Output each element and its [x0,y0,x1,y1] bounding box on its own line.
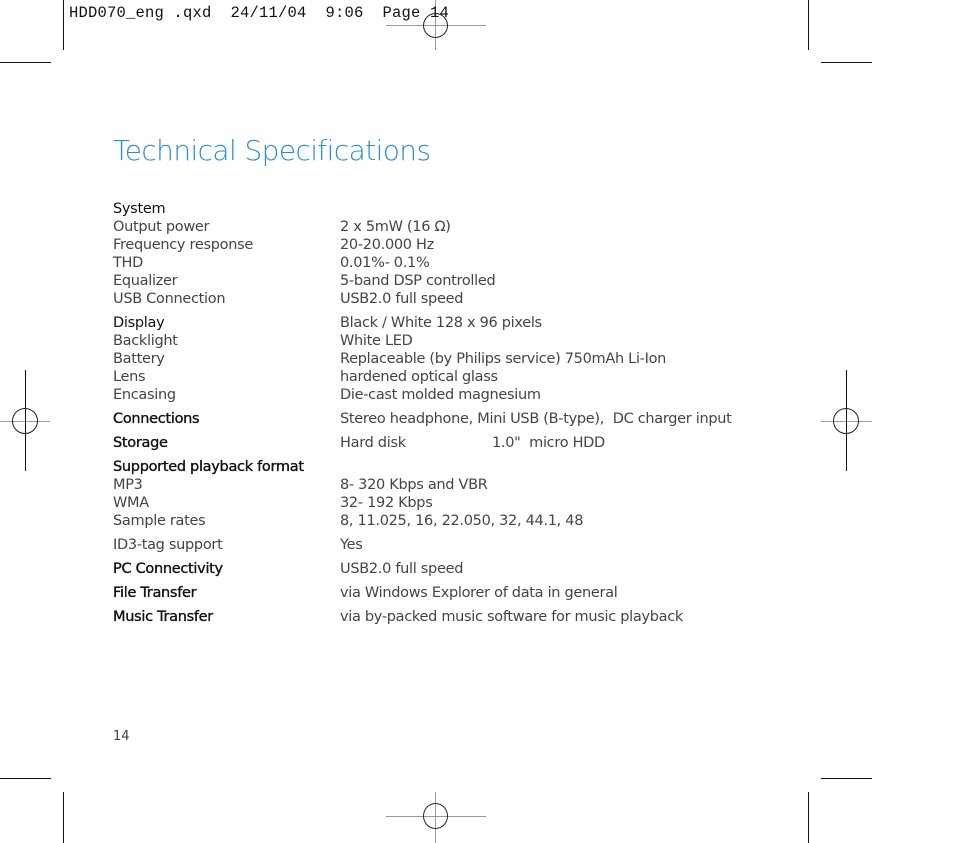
spec-section-heading: Supported playback format [113,458,813,476]
spec-label: Equalizer [113,273,178,289]
spec-value: 2 x 5mW (16 Ω) [340,219,451,235]
spec-value: Black / White 128 x 96 pixels [340,315,542,331]
section-heading-display: Display [113,315,165,331]
spec-row: Lens hardened optical glass [113,368,813,386]
section-heading-file-transfer: File Transfer [113,585,197,601]
spec-value: USB2.0 full speed [340,561,464,577]
spec-row: MP3 8- 320 Kbps and VBR [113,476,813,494]
spec-label: Battery [113,351,165,367]
spec-value: Stereo headphone, Mini USB (B-type), DC … [340,411,732,427]
spec-value: Replaceable (by Philips service) 750mAh … [340,351,667,367]
crop-mark [63,0,64,50]
spec-value: Die-cast molded magnesium [340,387,541,403]
crop-mark [0,778,51,779]
section-heading-pc-connectivity: PC Connectivity [113,561,223,577]
spec-row: Storage Hard disk 1.0" micro HDD [113,434,813,452]
spec-table: System Output power 2 x 5mW (16 Ω) Freque… [113,200,813,626]
section-heading-connections: Connections [113,411,200,427]
spec-label: Lens [113,369,146,385]
spec-row: Output power 2 x 5mW (16 Ω) [113,218,813,236]
crop-mark [808,792,809,843]
spec-row: Connections Stereo headphone, Mini USB (B… [113,410,813,428]
spec-value: 32- 192 Kbps [340,495,433,511]
spec-value: hardened optical glass [340,369,498,385]
spec-value: Yes [340,537,363,553]
spec-value: 5-band DSP controlled [340,273,496,289]
spec-value: 8, 11.025, 16, 22.050, 32, 44.1, 48 [340,513,584,529]
spec-row: File Transfer via Windows Explorer of dat… [113,584,813,602]
spec-row: Sample rates 8, 11.025, 16, 22.050, 32, 4… [113,512,813,530]
crop-mark [0,62,51,63]
spec-value: via by-packed music software for music p… [340,609,683,625]
crop-mark [63,792,64,843]
spec-label: Sample rates [113,513,206,529]
slug-line: HDD070_eng .qxd 24/11/04 9:06 Page 14 [69,4,450,22]
spec-label: ID3-tag support [113,537,223,553]
spec-label: WMA [113,495,149,511]
spec-value: 0.01%- 0.1% [340,255,430,271]
section-heading-music-transfer: Music Transfer [113,609,214,625]
spec-row: Battery Replaceable (by Philips service) … [113,350,813,368]
spec-value: White LED [340,333,413,349]
spec-label: USB Connection [113,291,226,307]
spec-row: Music Transfer via by-packed music softwa… [113,608,813,626]
spec-row: ID3-tag support Yes [113,536,813,554]
spec-row: Backlight White LED [113,332,813,350]
spec-row: Frequency response 20-20.000 Hz [113,236,813,254]
spec-label: Encasing [113,387,176,403]
spec-value: 8- 320 Kbps and VBR [340,477,488,493]
section-heading-storage: Storage [113,435,168,451]
spec-row: THD 0.01%- 0.1% [113,254,813,272]
crop-mark [821,778,872,779]
spec-row: Equalizer 5-band DSP controlled [113,272,813,290]
spec-row: WMA 32- 192 Kbps [113,494,813,512]
section-heading-playback: Supported playback format [113,459,304,475]
page-number: 14 [113,729,130,744]
spec-value: USB2.0 full speed [340,291,464,307]
spec-label: Output power [113,219,210,235]
crop-mark [821,62,872,63]
spec-row: USB Connection USB2.0 full speed [113,290,813,308]
spec-label: Frequency response [113,237,253,253]
spec-label: Backlight [113,333,178,349]
spec-row: Encasing Die-cast molded magnesium [113,386,813,404]
spec-value: 20-20.000 Hz [340,237,434,253]
spec-row: PC Connectivity USB2.0 full speed [113,560,813,578]
spec-section-heading: System [113,200,813,218]
spec-value: Hard disk 1.0" micro HDD [340,435,605,451]
spec-label: THD [113,255,144,271]
spec-row: Display Black / White 128 x 96 pixels [113,314,813,332]
crop-mark [808,0,809,50]
spec-value: via Windows Explorer of data in general [340,585,618,601]
section-heading-system: System [113,201,166,217]
spec-label: MP3 [113,477,143,493]
page-title: Technical Specifications [113,134,431,167]
